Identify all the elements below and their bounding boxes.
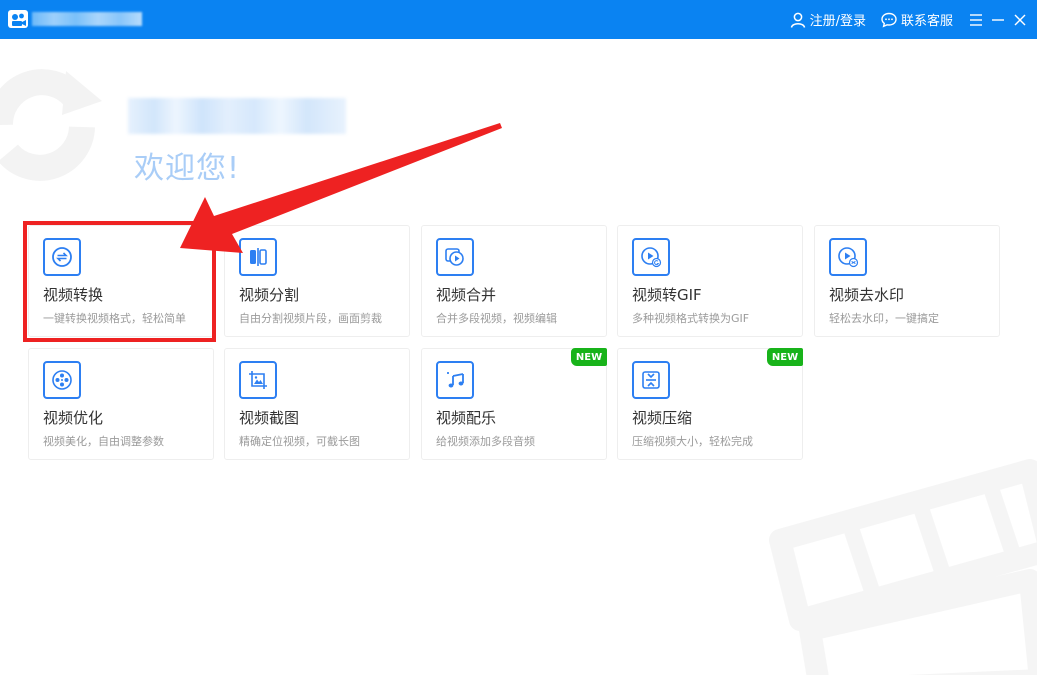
minimize-button[interactable] — [987, 0, 1009, 39]
tool-title: 视频合并 — [436, 286, 497, 304]
app-window: 注册/登录 联系客服 欢迎您! 视频转换 一键转换视频格式，轻松简单 视频分割 … — [0, 0, 1037, 675]
user-icon — [790, 12, 805, 28]
tool-description: 多种视频格式转换为GIF — [632, 312, 750, 325]
tool-description: 轻松去水印，一键搞定 — [829, 312, 939, 325]
gif-icon — [632, 238, 670, 276]
tool-title: 视频转GIF — [632, 286, 702, 304]
tool-title: 视频配乐 — [436, 409, 497, 427]
login-label: 注册/登录 — [809, 14, 866, 29]
optimize-icon — [43, 361, 81, 399]
tool-card-screenshot[interactable]: 视频截图 精确定位视频，可截长图 — [224, 348, 410, 460]
welcome-text: 欢迎您! — [134, 151, 241, 186]
menu-icon — [970, 13, 982, 26]
username-redacted — [128, 98, 346, 134]
tool-description: 视频美化，自由调整参数 — [43, 435, 164, 448]
login-button[interactable]: 注册/登录 — [789, 10, 866, 29]
new-badge: NEW — [571, 348, 607, 366]
tool-title: 视频优化 — [43, 409, 104, 427]
tool-description: 自由分割视频片段，画面剪裁 — [239, 312, 382, 325]
tool-description: 合并多段视频，视频编辑 — [436, 312, 557, 325]
background-logo-icon — [769, 459, 1037, 675]
close-icon — [1014, 14, 1026, 25]
close-button[interactable] — [1009, 0, 1031, 39]
chat-icon — [881, 12, 897, 28]
contact-service-button[interactable]: 联系客服 — [880, 10, 953, 29]
tool-title: 视频去水印 — [829, 286, 905, 304]
app-title-redacted — [32, 12, 142, 26]
merge-icon — [436, 238, 474, 276]
app-logo-icon — [8, 10, 28, 28]
screenshot-icon — [239, 361, 277, 399]
tool-description: 给视频添加多段音频 — [436, 435, 535, 448]
background-refresh-icon — [0, 69, 102, 181]
watermark-icon — [829, 238, 867, 276]
new-badge: NEW — [767, 348, 803, 366]
tool-card-music[interactable]: NEW 视频配乐 给视频添加多段音频 — [421, 348, 607, 460]
minimize-icon — [992, 18, 1004, 21]
tool-card-split[interactable]: 视频分割 自由分割视频片段，画面剪裁 — [224, 225, 410, 337]
tool-card-optimize[interactable]: 视频优化 视频美化，自由调整参数 — [28, 348, 214, 460]
tool-card-gif[interactable]: 视频转GIF 多种视频格式转换为GIF — [617, 225, 803, 337]
tool-description: 精确定位视频，可截长图 — [239, 435, 360, 448]
music-icon — [436, 361, 474, 399]
tool-title: 视频压缩 — [632, 409, 693, 427]
split-icon — [239, 238, 277, 276]
tool-description: 压缩视频大小，轻松完成 — [632, 435, 753, 448]
tool-title: 视频分割 — [239, 286, 300, 304]
tool-card-compress[interactable]: NEW 视频压缩 压缩视频大小，轻松完成 — [617, 348, 803, 460]
tool-card-watermark[interactable]: 视频去水印 轻松去水印，一键搞定 — [814, 225, 1000, 337]
title-bar: 注册/登录 联系客服 — [0, 0, 1037, 39]
tool-card-merge[interactable]: 视频合并 合并多段视频，视频编辑 — [421, 225, 607, 337]
title-bar-actions: 注册/登录 联系客服 — [789, 0, 1037, 39]
compress-icon — [632, 361, 670, 399]
service-label: 联系客服 — [900, 14, 953, 29]
tool-title: 视频截图 — [239, 409, 300, 427]
menu-button[interactable] — [965, 0, 987, 39]
annotation-highlight-box — [23, 221, 216, 342]
